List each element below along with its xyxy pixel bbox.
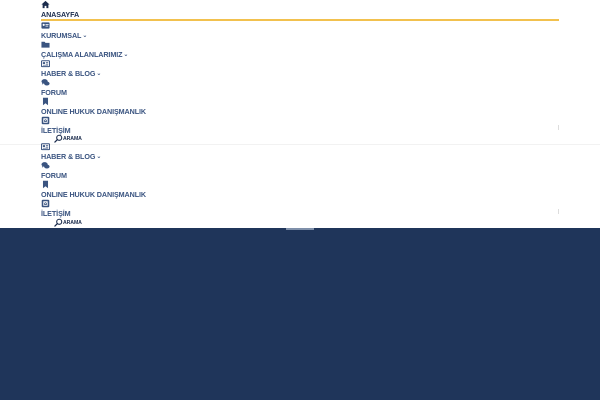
chevron-down-icon: ⌄	[123, 52, 129, 58]
nav-label-forum: FORUM	[41, 171, 67, 180]
folder-icon	[41, 41, 50, 48]
menu-edge-mark	[558, 125, 559, 130]
nav-label-corporate: KURUMSAL	[41, 31, 82, 40]
bookmark-icon	[42, 180, 49, 189]
search-label: ARAMA	[63, 136, 82, 142]
nav-label-online-consulting: ONLINE HUKUK DANIŞMANLIK	[41, 190, 147, 199]
menu-edge-mark	[558, 209, 559, 214]
home-icon	[41, 0, 50, 9]
search-icon	[54, 218, 63, 227]
chevron-down-icon: ⌄	[96, 71, 102, 77]
comments-icon	[41, 162, 50, 169]
chevron-down-icon: ⌄	[82, 33, 88, 39]
nav-label-contact: İLETİŞİM	[41, 209, 71, 218]
nav-label-news-blog: HABER & BLOG	[41, 69, 96, 78]
nav-label-home: ANASAYFA	[41, 10, 80, 19]
nav-label-practice-areas: ÇALIŞMA ALANLARIMIZ	[41, 50, 123, 59]
nav-label-online-consulting: ONLINE HUKUK DANIŞMANLIK	[41, 107, 147, 116]
active-underline	[41, 19, 559, 21]
nav-label-news-blog: HABER & BLOG	[41, 152, 96, 161]
chevron-down-icon: ⌄	[96, 154, 102, 160]
contact-icon	[41, 116, 50, 125]
search-label: ARAMA	[63, 220, 82, 226]
bookmark-icon	[42, 97, 49, 106]
id-card-icon	[41, 22, 50, 29]
comments-icon	[41, 79, 50, 86]
nav-label-forum: FORUM	[41, 88, 67, 97]
header-divider	[0, 144, 600, 145]
search-icon	[54, 134, 63, 143]
contact-icon	[41, 199, 50, 208]
newspaper-icon	[41, 143, 50, 151]
hero-section	[0, 228, 600, 400]
newspaper-icon	[41, 60, 50, 68]
slider-handle[interactable]	[286, 228, 314, 230]
